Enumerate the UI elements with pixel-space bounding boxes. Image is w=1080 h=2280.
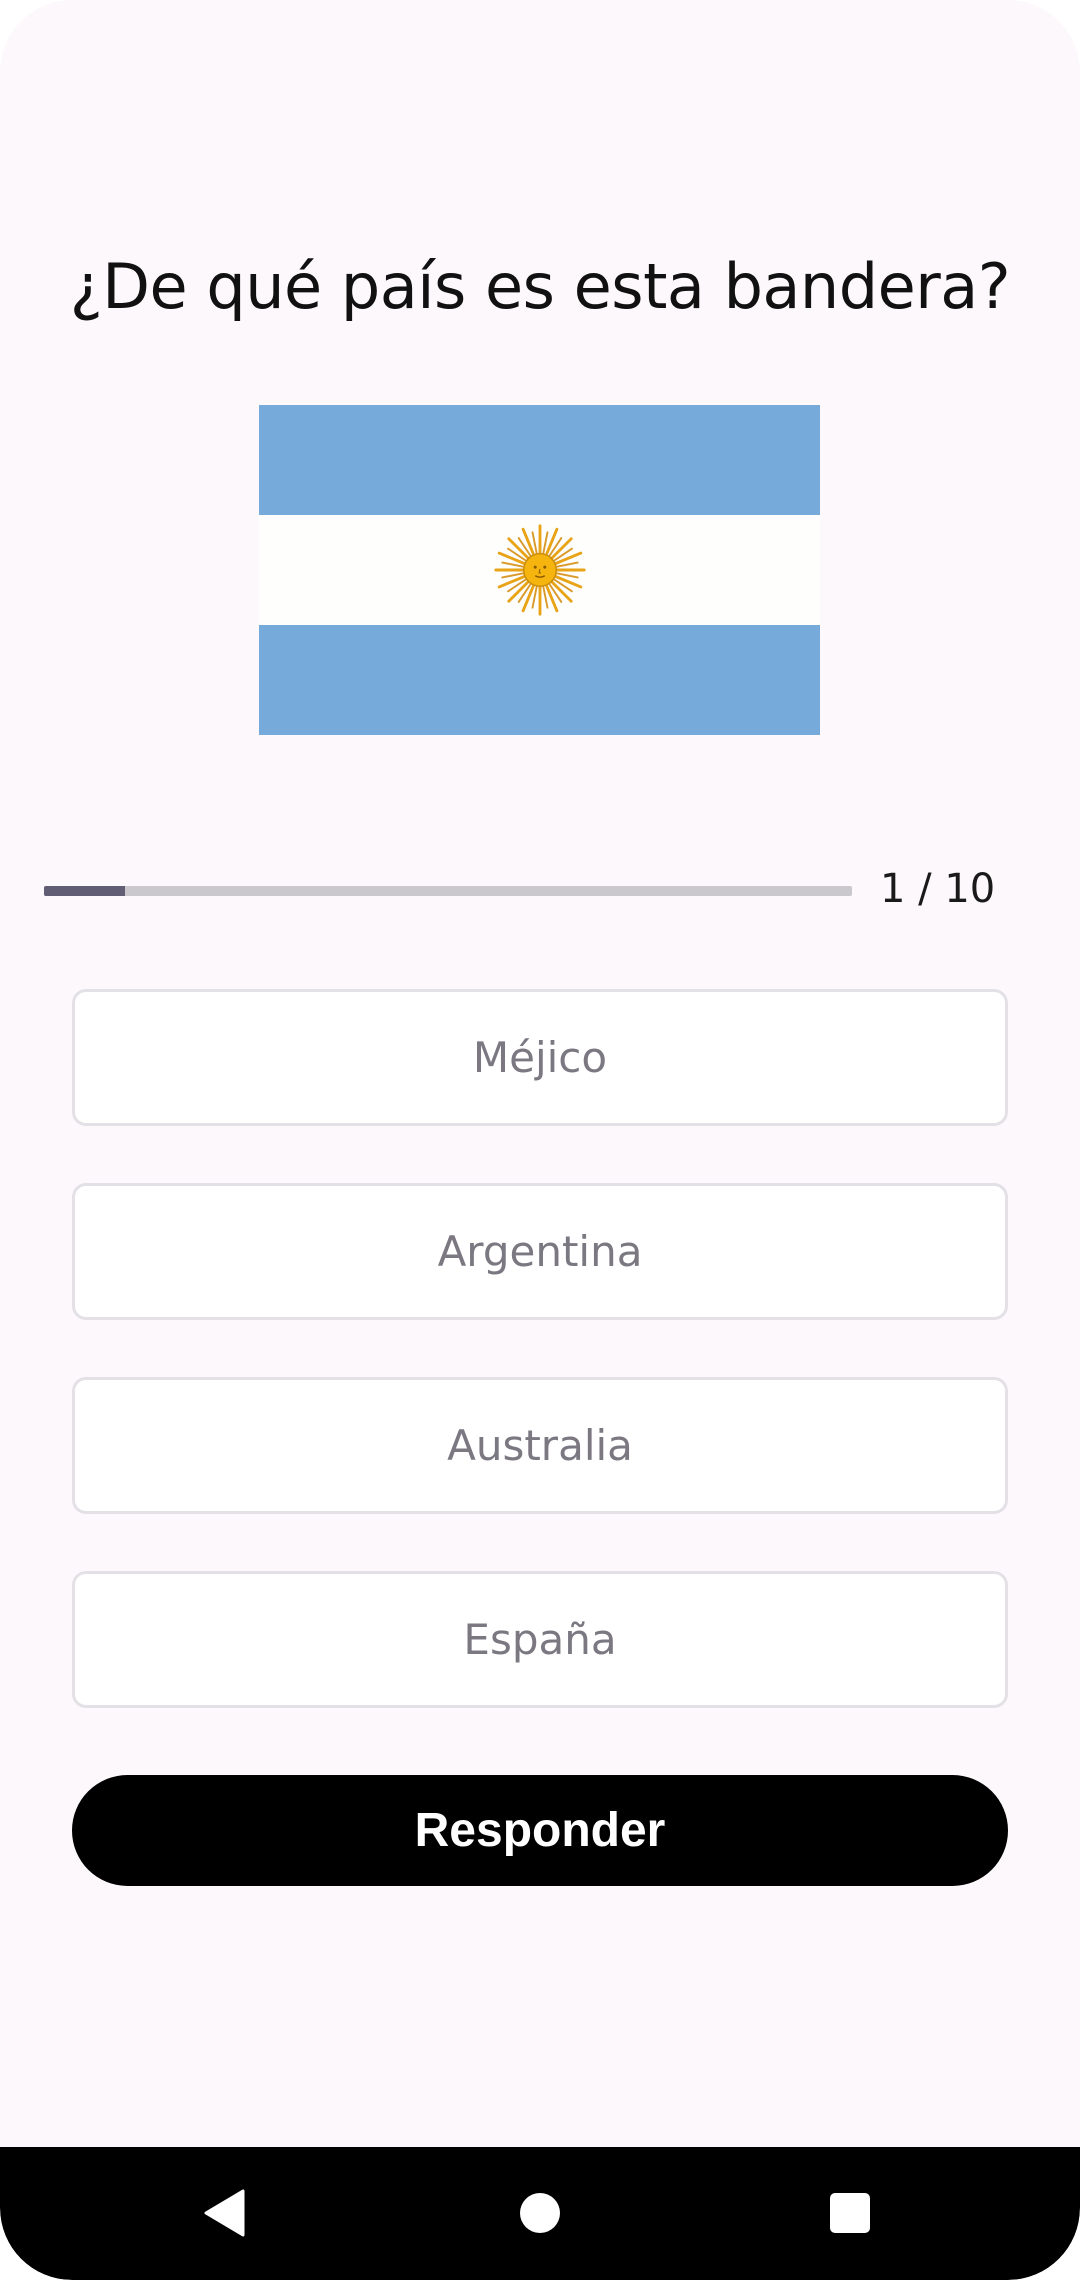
option-espana[interactable]: España [72, 1571, 1008, 1708]
recents-button[interactable] [810, 2173, 890, 2253]
home-button[interactable] [500, 2173, 580, 2253]
option-argentina[interactable]: Argentina [72, 1183, 1008, 1320]
square-recents-icon [830, 2193, 870, 2233]
answer-options: Méjico Argentina Australia España [72, 989, 1008, 1765]
progress-bar [44, 886, 852, 896]
back-button[interactable] [185, 2173, 265, 2253]
flag-bottom-stripe [259, 625, 820, 735]
option-mejico[interactable]: Méjico [72, 989, 1008, 1126]
flag-middle-stripe [259, 515, 820, 625]
flag-image [259, 405, 820, 735]
system-navigation-bar [0, 2147, 1080, 2280]
question-title: ¿De qué país es esta bandera? [69, 250, 1011, 323]
triangle-back-icon [204, 2189, 245, 2237]
sun-of-may-icon [493, 524, 586, 616]
progress-counter: 1 / 10 [880, 866, 996, 912]
progress-bar-fill [44, 886, 125, 896]
quiz-screen: ¿De qué país es esta bandera? 1 / 10 Méj… [0, 0, 1080, 2280]
circle-home-icon [520, 2193, 560, 2233]
option-australia[interactable]: Australia [72, 1377, 1008, 1514]
flag-top-stripe [259, 405, 820, 515]
submit-answer-button[interactable]: Responder [72, 1775, 1008, 1886]
